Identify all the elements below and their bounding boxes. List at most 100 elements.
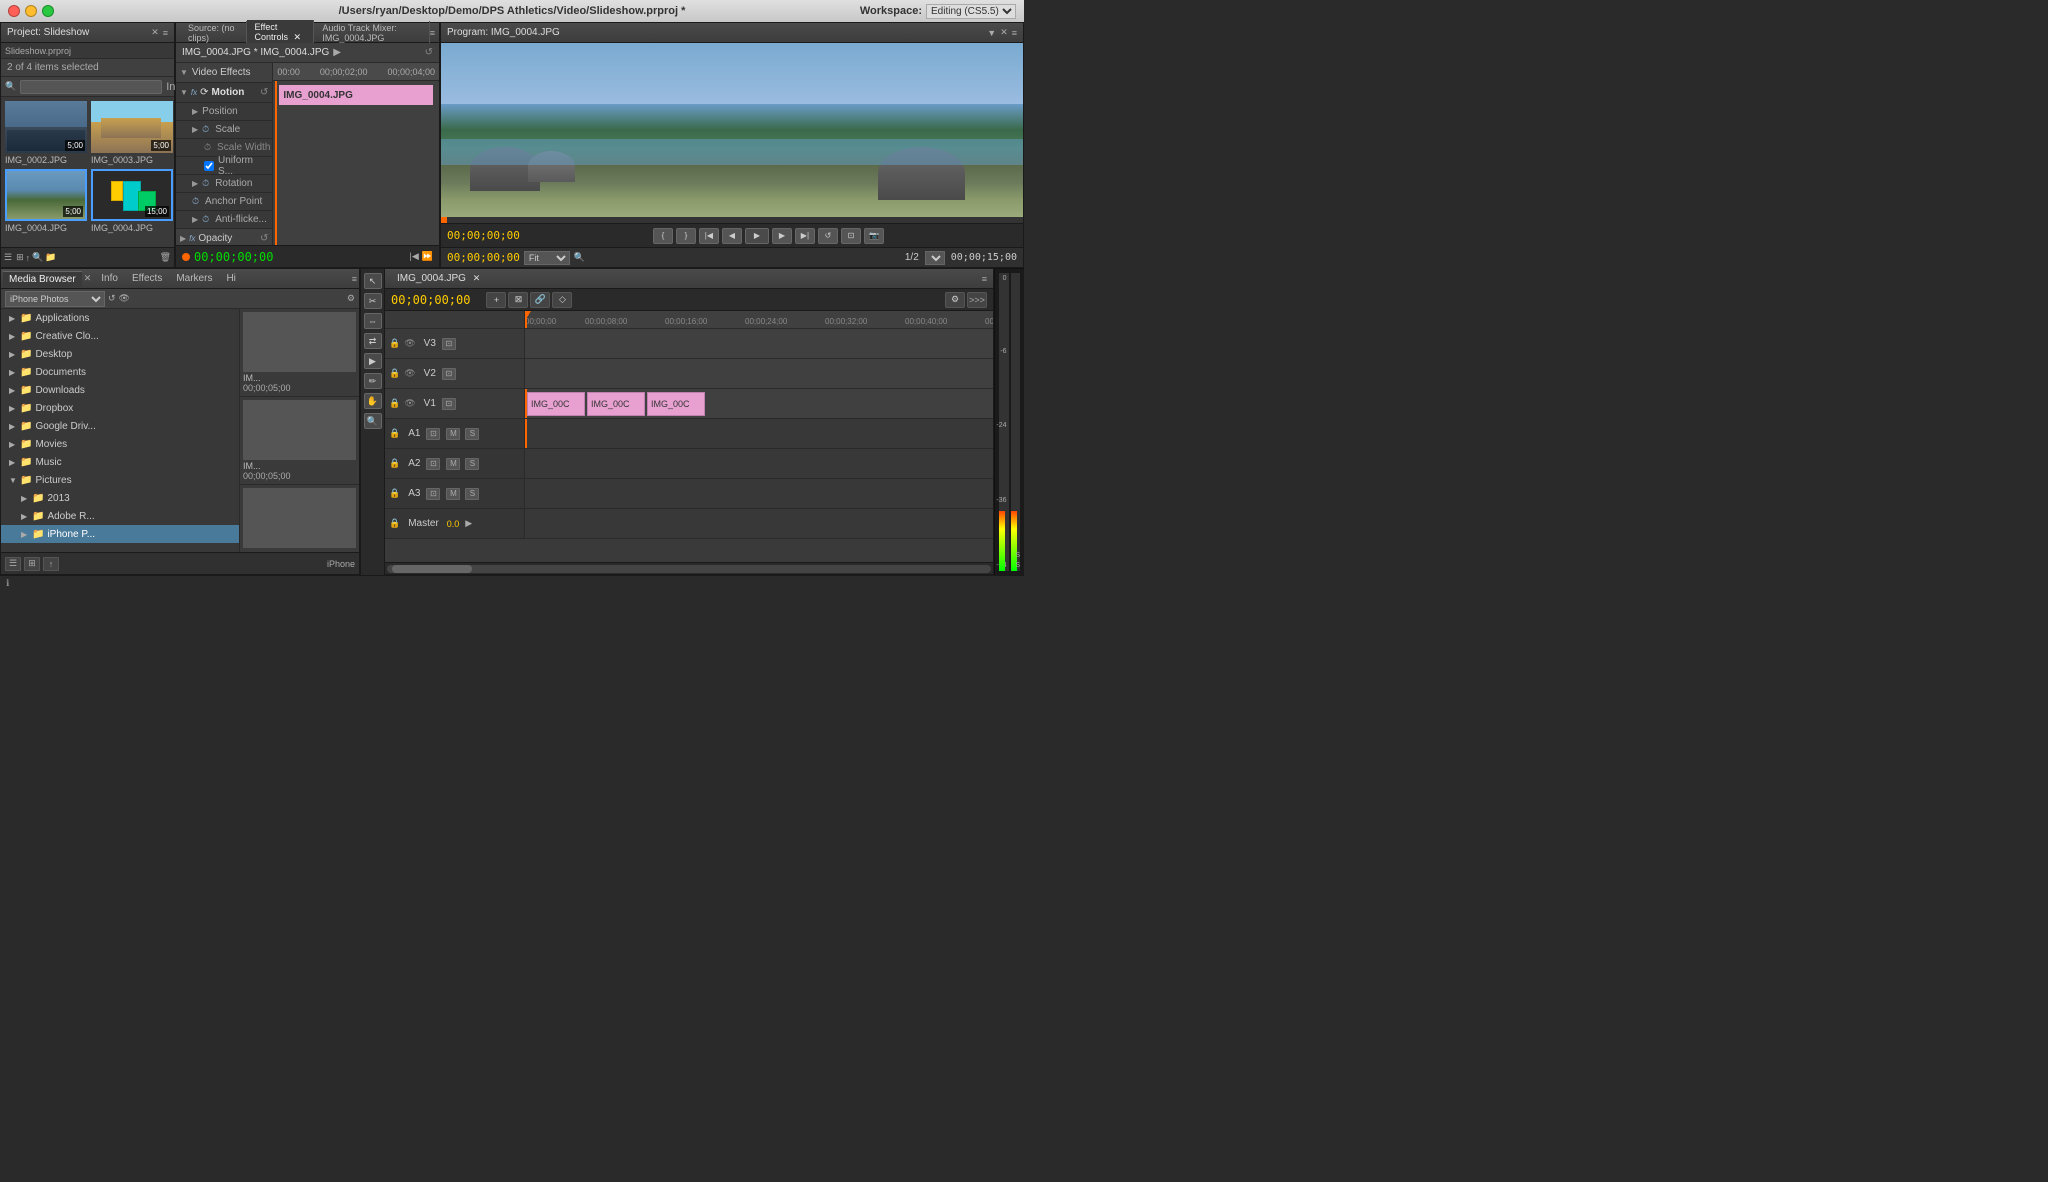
track-content-a3[interactable] xyxy=(525,479,993,508)
track-sync-v1[interactable]: ⊡ xyxy=(442,398,456,410)
monitor-menu-icon[interactable]: ≡ xyxy=(1012,28,1017,38)
track-content-a1[interactable] xyxy=(525,419,993,448)
search-btn[interactable]: 🔍 xyxy=(32,252,43,263)
loop-btn[interactable]: ↺ xyxy=(818,228,838,244)
scrollbar-thumb[interactable] xyxy=(392,565,472,573)
solo-a3[interactable]: S xyxy=(465,488,479,500)
lock-icon[interactable]: 🔒 xyxy=(389,368,400,379)
eye-icon[interactable]: 👁 xyxy=(404,398,415,409)
monitor-close-icon[interactable]: ✕ xyxy=(1000,27,1008,38)
tree-item-pictures[interactable]: ▼ 📁 Pictures xyxy=(1,471,239,489)
mute-a1[interactable]: M xyxy=(446,428,460,440)
mb-thumb-item-1[interactable]: IM... 00;00;05;00 xyxy=(240,309,359,397)
fit-dropdown[interactable]: Fit 100% 50% xyxy=(524,251,570,265)
panel-menu-icon[interactable]: ≡ xyxy=(163,28,168,38)
panel-menu-icon[interactable]: ≡ xyxy=(430,28,435,38)
selection-tool[interactable]: ↖ xyxy=(364,273,382,289)
tree-item-movies[interactable]: ▶ 📁 Movies xyxy=(1,435,239,453)
hand-tool[interactable]: ✋ xyxy=(364,393,382,409)
track-content-v3[interactable] xyxy=(525,329,993,358)
tab-hi[interactable]: Hi xyxy=(220,271,241,286)
tree-item-google-drive[interactable]: ▶ 📁 Google Driv... xyxy=(1,417,239,435)
tree-item-documents[interactable]: ▶ 📁 Documents xyxy=(1,363,239,381)
add-marker-btn[interactable]: ◇ xyxy=(552,292,572,308)
step-back-btn[interactable]: ◀ xyxy=(722,228,742,244)
video-effects-header[interactable]: ▼ Video Effects xyxy=(176,63,272,83)
expand-btn[interactable]: >>> xyxy=(967,292,987,308)
close-button[interactable] xyxy=(8,5,20,17)
tree-item-creative[interactable]: ▶ 📁 Creative Clo... xyxy=(1,327,239,345)
tl-menu-icon[interactable]: ≡ xyxy=(982,274,987,284)
mark-in-btn[interactable]: { xyxy=(653,228,673,244)
goto-start-icon[interactable]: |◀ xyxy=(410,251,419,262)
mute-a2[interactable]: M xyxy=(446,458,460,470)
settings-btn[interactable]: ⚙ xyxy=(945,292,965,308)
new-bin-btn[interactable]: 🗑 xyxy=(160,252,171,263)
tl-tab-close[interactable]: ✕ xyxy=(473,273,481,283)
track-sync-v2[interactable]: ⊡ xyxy=(442,368,456,380)
mb-thumb-item-3[interactable] xyxy=(240,485,359,552)
shuttle-icon[interactable]: ⏩ xyxy=(422,251,433,262)
eye-icon[interactable]: 👁 xyxy=(404,338,415,349)
maximize-button[interactable] xyxy=(42,5,54,17)
monitor-progress-bar[interactable] xyxy=(441,217,1023,223)
panel-menu-icon[interactable]: ≡ xyxy=(352,274,357,284)
tab-markers[interactable]: Markers xyxy=(170,271,218,286)
thumb-item-img0003[interactable]: 5;00 IMG_0003.JPG xyxy=(91,101,173,165)
eye-btn[interactable]: 👁 xyxy=(119,293,130,304)
lock-icon[interactable]: 🔒 xyxy=(389,428,400,439)
tree-item-adobe[interactable]: ▶ 📁 Adobe R... xyxy=(1,507,239,525)
opacity-reset-icon[interactable]: ↺ xyxy=(260,233,268,244)
tl-scrollbar[interactable] xyxy=(385,562,993,574)
add-track-btn[interactable]: + xyxy=(486,292,506,308)
clip-img-003[interactable]: IMG_00C xyxy=(647,392,705,416)
tab-effects[interactable]: Effects xyxy=(126,271,168,286)
icon-view-btn[interactable]: ⊞ xyxy=(16,252,24,263)
snap-btn[interactable]: ⊠ xyxy=(508,292,528,308)
tree-item-applications[interactable]: ▶ 📁 Applications xyxy=(1,309,239,327)
source-dropdown[interactable]: iPhone Photos xyxy=(5,291,105,307)
reset-icon[interactable]: ↺ xyxy=(425,47,433,58)
track-sync-v3[interactable]: ⊡ xyxy=(442,338,456,350)
slip-tool[interactable]: ⇄ xyxy=(364,333,382,349)
search-input[interactable] xyxy=(20,80,162,94)
list-view-btn[interactable]: ☰ xyxy=(4,252,12,263)
tab-source[interactable]: Source: (no clips) xyxy=(180,21,247,45)
motion-header[interactable]: ▼ fx ⟳ Motion ↺ xyxy=(176,83,272,103)
thumb-item-img0002[interactable]: 5;00 IMG_0002.JPG xyxy=(5,101,87,165)
clip-img-001[interactable]: IMG_00C xyxy=(527,392,585,416)
link-btn[interactable]: 🔗 xyxy=(530,292,550,308)
workspace-dropdown[interactable]: Editing (CS5.5) xyxy=(926,4,1016,19)
play-btn[interactable]: ▶ xyxy=(745,228,769,244)
lock-icon[interactable]: 🔒 xyxy=(389,488,400,499)
close-icon[interactable]: ✕ xyxy=(151,27,159,38)
settings-btn[interactable]: ⚙ xyxy=(347,293,355,304)
mark-out-btn[interactable]: } xyxy=(676,228,696,244)
refresh-btn[interactable]: ↺ xyxy=(108,293,116,304)
uniform-scale-checkbox[interactable] xyxy=(204,161,214,171)
track-content-a2[interactable] xyxy=(525,449,993,478)
fraction-dropdown[interactable]: ▼ xyxy=(925,251,945,265)
lock-icon[interactable]: 🔒 xyxy=(389,518,400,529)
track-content-v2[interactable] xyxy=(525,359,993,388)
track-content-master[interactable] xyxy=(525,509,993,538)
track-sync-a1[interactable]: ⊡ xyxy=(426,428,440,440)
opacity-header[interactable]: ▶ fx Opacity ↺ xyxy=(176,229,272,245)
lock-icon[interactable]: 🔒 xyxy=(389,398,400,409)
lock-icon[interactable]: 🔒 xyxy=(389,338,400,349)
tab-audio-mixer[interactable]: Audio Track Mixer: IMG_0004.JPG xyxy=(314,21,429,45)
sort-btn[interactable]: ↑ xyxy=(26,253,31,263)
track-content-v1[interactable]: IMG_00C IMG_00C IMG_00C xyxy=(525,389,993,418)
zoom-tool[interactable]: 🔍 xyxy=(364,413,382,429)
tab-media-browser[interactable]: Media Browser xyxy=(3,271,82,287)
monitor-dropdown-icon[interactable]: ▼ xyxy=(987,28,996,38)
eye-icon[interactable]: 👁 xyxy=(404,368,415,379)
thumb-item-img0004a[interactable]: 5;00 IMG_0004.JPG xyxy=(5,169,87,233)
solo-a1[interactable]: S xyxy=(465,428,479,440)
goto-in-btn[interactable]: |◀ xyxy=(699,228,719,244)
step-fwd-btn[interactable]: ▶ xyxy=(772,228,792,244)
motion-reset-icon[interactable]: ↺ xyxy=(260,87,268,98)
track-sync-a3[interactable]: ⊡ xyxy=(426,488,440,500)
pen-tool[interactable]: ✏ xyxy=(364,373,382,389)
close-icon[interactable]: ✕ xyxy=(84,273,92,284)
